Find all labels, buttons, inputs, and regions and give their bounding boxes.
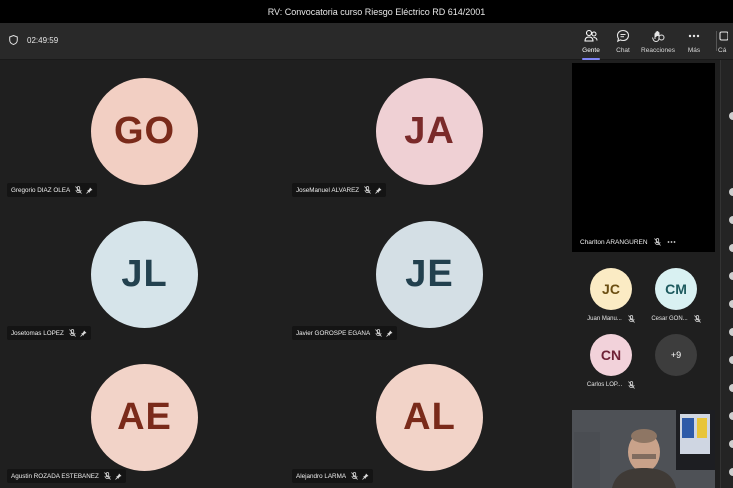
participant-grid: GO Gregorio DIAZ OLEA JA JoseManuel ALVA… <box>0 60 568 488</box>
participant-name: Alejandro LARMA <box>296 472 347 480</box>
list-item[interactable] <box>729 112 733 120</box>
participant-tile[interactable]: JL Josetomas LOPEZ <box>0 203 284 346</box>
participant-name: Josetomas LOPEZ <box>11 329 64 337</box>
toolbar-divider <box>716 31 717 51</box>
list-item[interactable] <box>729 272 733 280</box>
reactions-icon <box>652 30 665 43</box>
mic-muted-icon <box>69 329 76 337</box>
participant-name: Cesar GON... <box>651 316 688 322</box>
list-item[interactable] <box>729 328 733 336</box>
participant-name: Javier GOROSPE EGANA <box>296 329 371 337</box>
presenter-nametag: Charlton ARANGUREN <box>580 238 676 246</box>
presenter-name: Charlton ARANGUREN <box>580 238 648 246</box>
small-participant[interactable]: CN Carlos LOP... <box>581 334 641 389</box>
mic-muted-icon <box>693 315 701 323</box>
avatar: GO <box>91 78 198 185</box>
participant-name: Agustin ROZADA ESTEBANEZ <box>11 472 99 480</box>
participant-nametag: Alejandro LARMA <box>292 469 374 483</box>
presenter-video[interactable]: Charlton ARANGUREN <box>572 63 715 252</box>
participant-tile[interactable]: JE Javier GOROSPE EGANA <box>284 203 568 346</box>
list-item[interactable] <box>729 300 733 308</box>
shield-icon <box>9 35 18 45</box>
participant-tile[interactable]: AL Alejandro LARMA <box>284 345 568 488</box>
avatar: AL <box>376 364 483 471</box>
small-participant[interactable]: JC Juan Manu... <box>581 268 641 323</box>
pin-icon <box>362 473 369 480</box>
window-title: RV: Convocatoria curso Riesgo Eléctrico … <box>267 6 486 17</box>
mic-muted-icon <box>653 238 661 246</box>
side-stage: Charlton ARANGUREN JC Juan Manu... CM Ce… <box>568 60 720 488</box>
people-icon <box>584 29 598 42</box>
list-item[interactable] <box>729 244 733 252</box>
list-item[interactable] <box>729 468 733 476</box>
small-participant-name-row: Cesar GON... <box>646 315 706 323</box>
avatar: JL <box>91 221 198 328</box>
avatar: JE <box>376 221 483 328</box>
pin-icon <box>386 330 393 337</box>
list-item[interactable] <box>729 412 733 420</box>
avatar: AE <box>91 364 198 471</box>
pin-icon <box>86 187 93 194</box>
more-button[interactable]: Más <box>674 27 714 54</box>
list-item[interactable] <box>729 216 733 224</box>
list-item[interactable] <box>729 188 733 196</box>
pin-icon <box>115 473 122 480</box>
avatar: CM <box>655 268 697 310</box>
meeting-toolbar: 02:49:59 Gente Chat Reacciones Más Cá <box>0 23 733 60</box>
participant-name: Juan Manu... <box>587 316 622 322</box>
participant-name: Gregorio DIAZ OLEA <box>11 186 71 194</box>
overflow-participants[interactable]: +9 <box>646 334 706 376</box>
more-options-icon[interactable] <box>667 240 676 244</box>
right-panel-edge <box>720 60 733 488</box>
more-label: Más <box>687 47 701 54</box>
camera-label: Cá <box>718 47 727 54</box>
camera-button[interactable]: Cá <box>718 27 733 54</box>
pin-icon <box>80 330 87 337</box>
participant-tile[interactable]: GO Gregorio DIAZ OLEA <box>0 60 284 203</box>
participant-nametag: JoseManuel ALVAREZ <box>292 183 387 197</box>
list-item[interactable] <box>729 440 733 448</box>
list-item[interactable] <box>729 384 733 392</box>
camera-icon <box>719 31 728 41</box>
pin-icon <box>375 187 382 194</box>
people-label: Gente <box>582 47 600 54</box>
participant-tile[interactable]: JA JoseManuel ALVAREZ <box>284 60 568 203</box>
list-item[interactable] <box>729 356 733 364</box>
reactions-button[interactable]: Reacciones <box>638 27 678 54</box>
title-bar: RV: Convocatoria curso Riesgo Eléctrico … <box>0 0 733 23</box>
self-camera-preview[interactable] <box>572 410 715 488</box>
chat-button[interactable]: Chat <box>603 27 643 54</box>
mic-muted-icon <box>75 186 82 194</box>
chat-label: Chat <box>616 47 630 54</box>
participant-nametag: Josetomas LOPEZ <box>7 326 91 340</box>
reactions-label: Reacciones <box>641 47 675 54</box>
participant-name: JoseManuel ALVAREZ <box>296 186 360 194</box>
mic-muted-icon <box>628 381 635 389</box>
more-icon <box>688 34 700 38</box>
meeting-timer: 02:49:59 <box>9 35 58 45</box>
avatar: CN <box>590 334 632 376</box>
mic-muted-icon <box>351 472 358 480</box>
chat-icon <box>616 29 630 43</box>
avatar: JC <box>590 268 632 310</box>
overflow-count: +9 <box>655 334 697 376</box>
small-participant-name-row: Carlos LOP... <box>581 381 641 389</box>
participant-nametag: Agustin ROZADA ESTEBANEZ <box>7 469 126 483</box>
participant-nametag: Gregorio DIAZ OLEA <box>7 183 98 197</box>
small-participant-name-row: Juan Manu... <box>581 315 641 323</box>
participant-tile[interactable]: AE Agustin ROZADA ESTEBANEZ <box>0 345 284 488</box>
mic-muted-icon <box>104 472 111 480</box>
mic-muted-icon <box>364 186 371 194</box>
participant-name: Carlos LOP... <box>586 382 623 388</box>
self-camera-feed <box>572 410 715 488</box>
timer-text: 02:49:59 <box>27 35 59 45</box>
mic-muted-icon <box>375 329 382 337</box>
small-participant[interactable]: CM Cesar GON... <box>646 268 706 323</box>
avatar: JA <box>376 78 483 185</box>
participant-nametag: Javier GOROSPE EGANA <box>292 326 398 340</box>
mic-muted-icon <box>628 315 635 323</box>
